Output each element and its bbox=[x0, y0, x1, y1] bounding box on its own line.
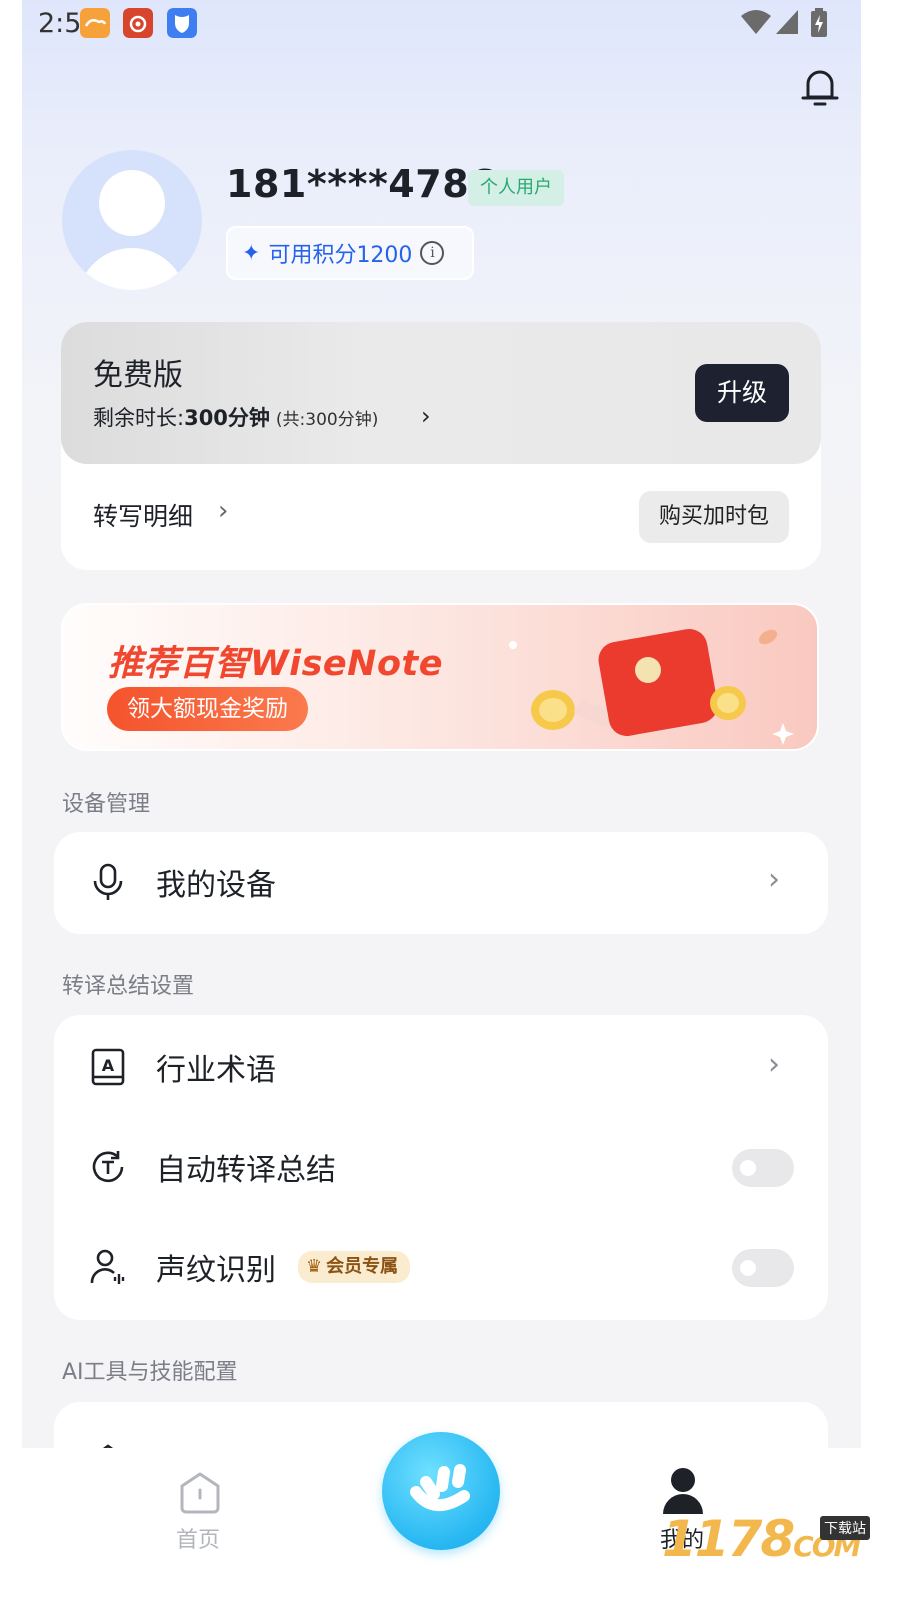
row-industry-terms[interactable]: A 行业术语 › bbox=[54, 1017, 828, 1117]
section-title-transcribe: 转译总结设置 bbox=[62, 974, 195, 999]
section-title-device: 设备管理 bbox=[62, 792, 151, 817]
row-label: 我的设备 bbox=[156, 868, 276, 903]
points-chip[interactable]: ✦ 可用积分1200 i bbox=[226, 226, 474, 280]
avatar-body-shape bbox=[77, 248, 187, 290]
info-icon[interactable]: i bbox=[420, 241, 445, 265]
remaining-prefix: 剩余时长: bbox=[93, 406, 185, 430]
weather-app-icon bbox=[80, 8, 110, 38]
row-label: 行业术语 bbox=[156, 1053, 276, 1088]
glossary-book-icon: A bbox=[91, 1048, 125, 1086]
plan-name: 免费版 bbox=[93, 358, 183, 393]
plan-card: 免费版 剩余时长:300分钟 (共:300分钟) › 升级 转写明细 › 购买加时… bbox=[61, 322, 821, 570]
plan-header[interactable]: 免费版 剩余时长:300分钟 (共:300分钟) › 升级 bbox=[61, 322, 821, 464]
chevron-right-icon: › bbox=[768, 862, 780, 897]
avatar-head-shape bbox=[99, 170, 165, 236]
row-auto-summary: 自动转译总结 bbox=[54, 1117, 828, 1217]
banner-cta-button[interactable]: 领大额现金奖励 bbox=[107, 687, 308, 731]
red-envelope-illustration bbox=[509, 629, 794, 745]
remaining-value: 300分钟 bbox=[184, 406, 270, 430]
record-logo-icon bbox=[410, 1464, 470, 1511]
transcribe-settings-card: A 行业术语 › 自动转译总结 声纹识别 ♛ 会员专属 bbox=[54, 1015, 828, 1320]
notification-bell-icon[interactable] bbox=[800, 66, 840, 108]
profile-tab-icon[interactable] bbox=[660, 1466, 706, 1516]
device-card: 我的设备 › bbox=[54, 832, 828, 934]
row-label: 声纹识别 bbox=[156, 1253, 276, 1288]
buy-time-pack-button[interactable]: 购买加时包 bbox=[639, 491, 789, 543]
auto-summary-toggle[interactable] bbox=[732, 1149, 794, 1187]
auto-transcribe-icon bbox=[92, 1151, 124, 1183]
row-my-device[interactable]: 我的设备 › bbox=[54, 832, 828, 932]
weibo-app-icon bbox=[123, 8, 153, 38]
user-phone: 181****4786 bbox=[226, 162, 497, 206]
avatar[interactable] bbox=[62, 150, 202, 290]
home-tab-icon[interactable] bbox=[176, 1468, 224, 1516]
promo-banner[interactable]: 推荐百智WiseNote 领大额现金奖励 bbox=[61, 603, 819, 751]
wifi-icon bbox=[741, 10, 771, 34]
plan-remaining: 剩余时长:300分钟 (共:300分钟) bbox=[93, 402, 378, 432]
banner-title: 推荐百智WiseNote bbox=[108, 644, 443, 684]
voiceprint-toggle[interactable] bbox=[732, 1249, 794, 1287]
member-only-badge: ♛ 会员专属 bbox=[298, 1251, 411, 1283]
upgrade-button[interactable]: 升级 bbox=[695, 364, 789, 422]
row-label: 自动转译总结 bbox=[156, 1153, 336, 1188]
chevron-right-icon: › bbox=[768, 1047, 780, 1082]
chevron-right-icon: › bbox=[218, 496, 229, 526]
battery-icon bbox=[811, 8, 827, 37]
signal-icon bbox=[776, 10, 798, 34]
chevron-right-icon: › bbox=[421, 402, 431, 430]
svg-text:A: A bbox=[102, 1056, 115, 1075]
crown-icon: ♛ bbox=[306, 1256, 323, 1277]
badge-label: 会员专属 bbox=[326, 1256, 399, 1277]
user-type-badge: 个人用户 bbox=[468, 170, 564, 206]
shield-app-icon bbox=[167, 8, 197, 38]
toggle-knob bbox=[740, 1160, 756, 1176]
microphone-icon bbox=[93, 863, 123, 900]
toggle-knob bbox=[740, 1260, 756, 1276]
record-button[interactable] bbox=[382, 1432, 500, 1550]
sparkle-icon: ✦ bbox=[242, 240, 261, 266]
watermark-tag: 下载站 bbox=[820, 1516, 870, 1540]
home-tab-label[interactable]: 首页 bbox=[176, 1522, 220, 1554]
watermark-text: 1178 bbox=[662, 1510, 795, 1568]
voiceprint-user-icon bbox=[90, 1249, 125, 1284]
transcription-detail-link[interactable]: 转写明细 bbox=[93, 497, 193, 533]
remaining-total: (共:300分钟) bbox=[275, 410, 379, 430]
points-label: 可用积分1200 bbox=[268, 243, 413, 268]
row-voiceprint: 声纹识别 ♛ 会员专属 bbox=[54, 1217, 828, 1317]
section-title-ai: AI工具与技能配置 bbox=[62, 1360, 238, 1385]
